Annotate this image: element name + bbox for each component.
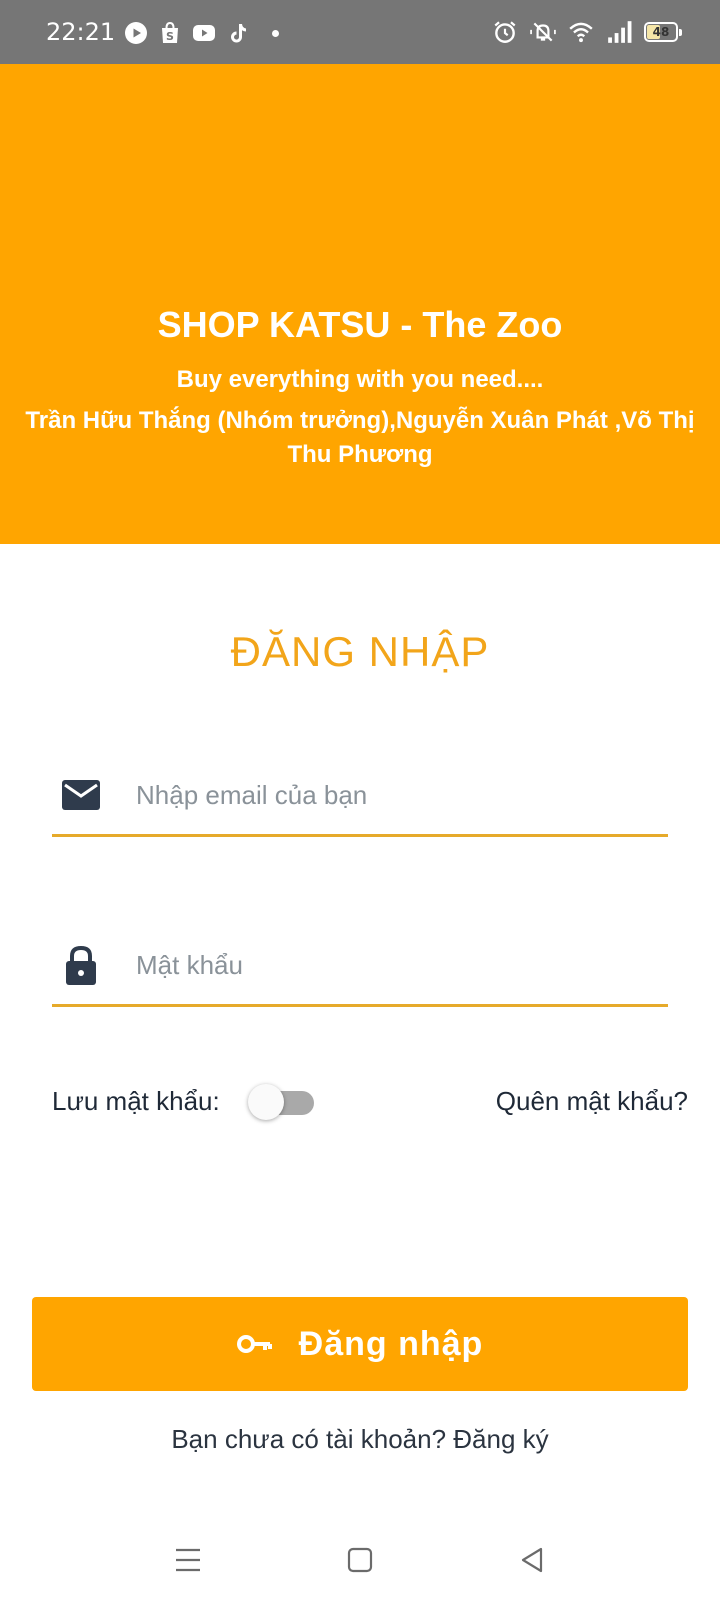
remember-password-label: Lưu mật khẩu:: [52, 1086, 220, 1116]
login-heading: ĐĂNG NHẬP: [230, 628, 490, 675]
battery-cap: [679, 29, 682, 36]
alarm-icon: [494, 21, 516, 43]
shop-title: SHOP KATSU - The Zoo: [157, 304, 563, 345]
forgot-password-link[interactable]: Quên mật khẩu?: [496, 1086, 688, 1117]
signup-link[interactable]: Bạn chưa có tài khoản? Đăng ký: [0, 1424, 720, 1455]
email-field[interactable]: [52, 764, 668, 837]
status-bar: 22:21 S 48: [0, 0, 720, 64]
tiktok-icon: [231, 24, 246, 43]
email-input[interactable]: [136, 772, 656, 818]
back-icon[interactable]: [514, 1542, 550, 1578]
menu-icon[interactable]: [170, 1542, 206, 1578]
password-input[interactable]: [136, 942, 656, 988]
login-button-label: Đăng nhập: [298, 1324, 484, 1363]
toggle-thumb: [248, 1084, 284, 1120]
mail-icon: [62, 780, 100, 810]
home-icon[interactable]: [342, 1542, 378, 1578]
login-button[interactable]: Đăng nhập: [32, 1297, 688, 1391]
lock-icon: [66, 945, 96, 985]
status-system-icons: 48: [492, 18, 682, 46]
notification-dot: [272, 29, 279, 37]
play-icon: [125, 22, 147, 44]
battery-level: 48: [652, 25, 670, 39]
svg-text:S: S: [166, 30, 174, 43]
status-app-icons: S: [124, 20, 279, 46]
team-members: Trần Hữu Thắng (Nhóm trưởng),Nguyễn Xuân…: [25, 407, 695, 468]
shopee-icon: S: [162, 21, 178, 43]
mute-vibrate-icon: [530, 22, 556, 42]
system-nav-bar: [0, 1520, 720, 1600]
password-field[interactable]: [52, 934, 668, 1007]
status-time: 22:21: [46, 18, 116, 46]
signal-icon: [608, 21, 632, 43]
remember-password-toggle[interactable]: [248, 1084, 314, 1120]
wifi-icon: [569, 22, 593, 43]
header-banner: SHOP KATSU - The Zoo Buy everything with…: [0, 64, 720, 544]
shop-subtitle: Buy everything with you need....: [176, 366, 544, 393]
key-icon: [236, 1335, 272, 1353]
youtube-icon: [193, 25, 215, 41]
battery-icon: 48: [644, 22, 682, 42]
